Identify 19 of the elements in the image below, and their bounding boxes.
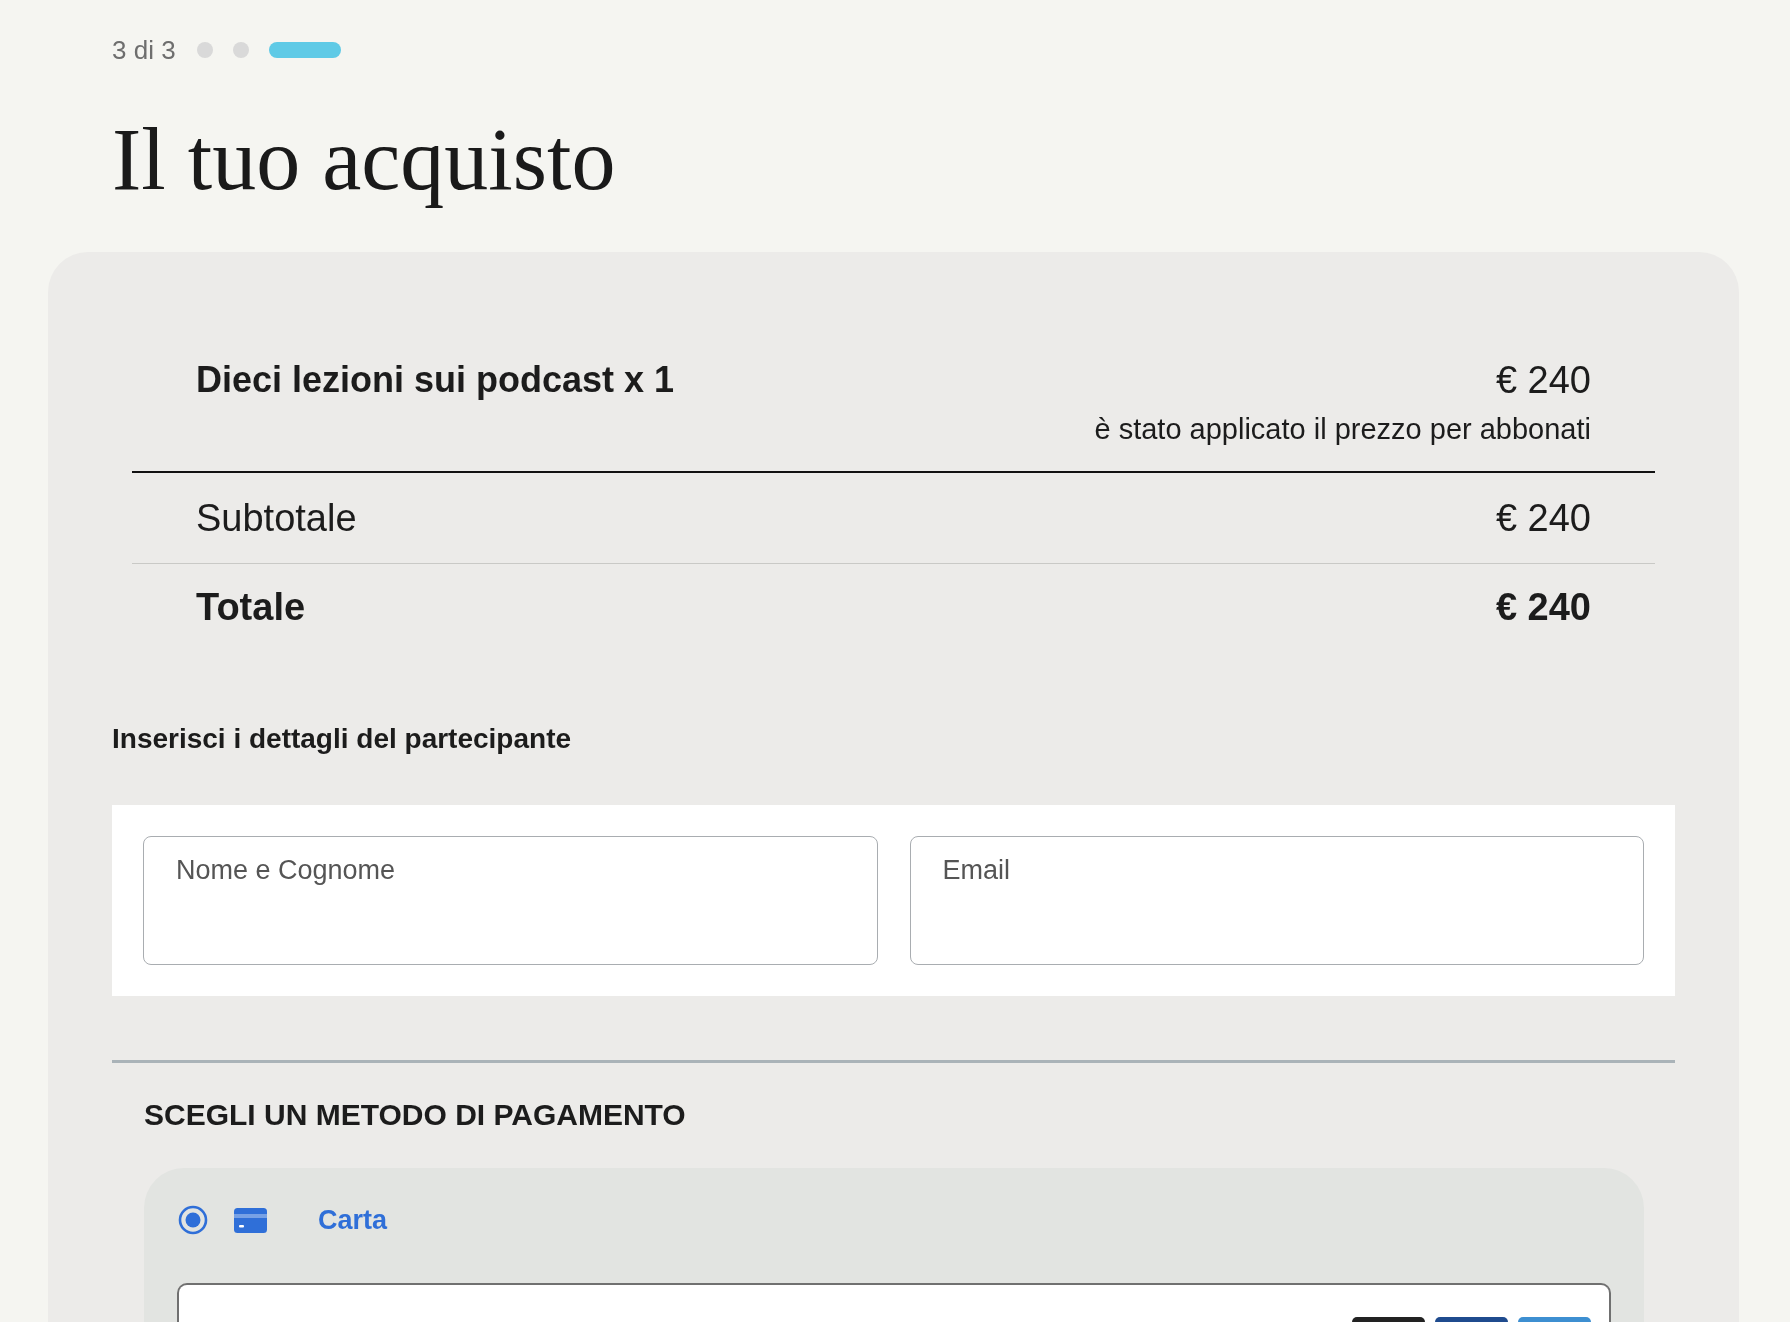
payment-method-label[interactable]: Carta: [318, 1205, 388, 1235]
card-logo-icon: [1435, 1317, 1508, 1322]
section-heading: SCEGLI UN METODO DI PAGAMENTO: [144, 1098, 686, 1132]
item-price: € 240: [1495, 358, 1591, 402]
total-label: Totale: [196, 585, 306, 629]
radio-button[interactable]: [178, 1205, 208, 1235]
card-input-field[interactable]: [177, 1283, 1611, 1322]
card-logo-icon: [1352, 1317, 1425, 1322]
input-field[interactable]: Nome e Cognome: [143, 836, 878, 965]
input-field[interactable]: Email: [909, 836, 1644, 965]
subtotal-label: Subtotale: [196, 496, 357, 540]
price-note: è stato applicato il prezzo per abbonati: [1094, 412, 1591, 447]
credit-card-icon: [234, 1207, 267, 1233]
subtotal-value: € 240: [1495, 496, 1591, 540]
item-name: Dieci lezioni sui podcast x 1: [196, 358, 675, 402]
step-counter: 3 di 3: [112, 36, 176, 64]
total-value: € 240: [1495, 585, 1591, 629]
section-heading: Inserisci i dettagli del partecipante: [112, 722, 572, 756]
card-logo-icon: [1518, 1317, 1591, 1322]
